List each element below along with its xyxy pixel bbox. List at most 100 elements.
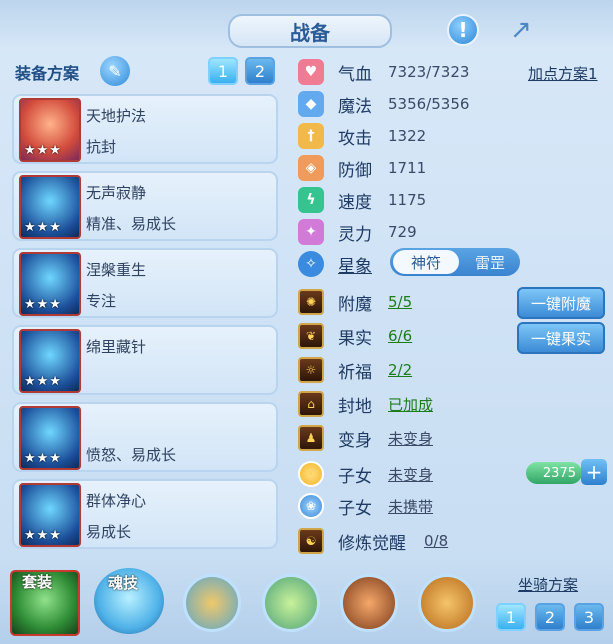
- enhance-label: 附魔: [338, 294, 372, 315]
- enhance-label: 子女: [338, 466, 372, 487]
- fief-icon: ⌂: [298, 391, 324, 417]
- paw-icon: ❀: [298, 493, 324, 519]
- meditation-icon: ☯: [298, 528, 324, 554]
- armor-icon: ★★★: [19, 329, 81, 393]
- armor-icon: ★★★: [19, 175, 81, 239]
- blessing-icon: ☼: [298, 357, 324, 383]
- mount-scheme-1-button[interactable]: 1: [496, 603, 526, 631]
- edit-icon[interactable]: ✎: [100, 56, 130, 86]
- stat-value: 729: [388, 223, 417, 241]
- soul-skill-label: 魂技: [108, 574, 139, 592]
- child-counter: 2375: [526, 462, 582, 484]
- one-click-fruit-button[interactable]: 一键果实: [517, 322, 605, 354]
- equipment-scheme-1-button[interactable]: 1: [208, 57, 238, 85]
- equipment-name: 绵里藏针: [86, 338, 147, 356]
- enhance-label: 变身: [338, 430, 372, 451]
- mount-slot-4[interactable]: [418, 574, 476, 632]
- mount-slot-1[interactable]: [183, 574, 241, 632]
- stars: ★★★: [24, 220, 62, 235]
- stat-row-defense: ◈ 防御 1711: [298, 154, 426, 182]
- page-title: 战备: [228, 14, 392, 48]
- stars: ★★★: [24, 297, 62, 312]
- battle-prep-panel: 战备 ! ↗ 装备方案 ✎ 1 2 ★★★ 天地护法 抗封 ★★★ 无声寂静 精…: [0, 0, 613, 644]
- stat-value: 1322: [388, 127, 427, 145]
- equipment-scheme-label: 装备方案: [15, 64, 80, 83]
- stat-value: 1711: [388, 159, 427, 177]
- toggle-option-leigang[interactable]: 雷罡: [462, 250, 518, 274]
- stat-row-attack: † 攻击 1322: [298, 122, 426, 150]
- shield-icon: ◈: [298, 155, 324, 181]
- stat-row-mp: ◆ 魔法 5356/5356: [298, 90, 469, 118]
- alert-icon[interactable]: !: [447, 14, 479, 46]
- enhance-label: 祈福: [338, 362, 372, 383]
- equipment-card-6[interactable]: ★★★ 群体净心 易成长: [12, 479, 278, 549]
- equipment-attributes: 专注: [86, 292, 117, 310]
- stat-label: 灵力: [338, 224, 372, 245]
- mount-scheme-2-button[interactable]: 2: [535, 603, 565, 631]
- enhance-row-cultivation[interactable]: ☯ 修炼觉醒 0/8: [298, 527, 448, 555]
- enhance-value: 未携带: [388, 497, 434, 516]
- enhance-label: 果实: [338, 328, 372, 349]
- enhance-row-transform[interactable]: ♟ 变身 未变身: [298, 424, 433, 452]
- stat-value: 1175: [388, 191, 427, 209]
- heart-icon: ♥: [298, 59, 324, 85]
- stat-label: 气血: [338, 64, 372, 85]
- equipment-card-4[interactable]: ★★★ 绵里藏针: [12, 325, 278, 395]
- enhance-row-blessing[interactable]: ☼ 祈福 2/2: [298, 356, 412, 384]
- enhance-row-enchant[interactable]: ✺ 附魔 5/5: [298, 288, 412, 316]
- enhance-value: 已加成: [388, 395, 434, 414]
- enhance-row-fruit[interactable]: ❦ 果实 6/6: [298, 322, 412, 350]
- equipment-attributes: 易成长: [86, 523, 132, 541]
- sword-icon: †: [298, 123, 324, 149]
- mount-slot-3[interactable]: [340, 574, 398, 632]
- stars: ★★★: [24, 374, 62, 389]
- enhance-value: 5/5: [388, 293, 413, 311]
- stars: ★★★: [24, 528, 62, 543]
- crown-icon: ★★★: [19, 252, 81, 316]
- spirit-icon: ✦: [298, 219, 324, 245]
- mount-plan-link[interactable]: 坐骑方案: [518, 574, 578, 595]
- equipment-card-5[interactable]: ★★★ 愤怒、易成长: [12, 402, 278, 472]
- equipment-name: 天地护法: [86, 107, 147, 125]
- share-icon[interactable]: ↗: [505, 14, 537, 46]
- stat-label: 速度: [338, 192, 372, 213]
- equipment-name: 无声寂静: [86, 184, 147, 202]
- toggle-option-shenfu[interactable]: 神符: [393, 250, 459, 274]
- attribute-plan-link[interactable]: 加点方案1: [528, 63, 598, 84]
- equipment-attributes: 抗封: [86, 138, 117, 156]
- fruit-icon: ❦: [298, 323, 324, 349]
- equipment-name: 涅槃重生: [86, 261, 147, 279]
- stat-row-hp: ♥ 气血 7323/7323: [298, 58, 469, 86]
- equipment-card-2[interactable]: ★★★ 无声寂静 精准、易成长: [12, 171, 278, 241]
- equipment-attributes: 愤怒、易成长: [86, 446, 177, 464]
- enhance-label: 修炼觉醒: [338, 533, 406, 554]
- equipment-name: 群体净心: [86, 492, 147, 510]
- mount-scheme-3-button[interactable]: 3: [574, 603, 604, 631]
- one-click-enchant-button[interactable]: 一键附魔: [517, 287, 605, 319]
- enhance-row-fief[interactable]: ⌂ 封地 已加成: [298, 390, 433, 418]
- transform-icon: ♟: [298, 425, 324, 451]
- speed-icon: ϟ: [298, 187, 324, 213]
- enhance-value: 未变身: [388, 429, 434, 448]
- stat-value: 5356/5356: [388, 95, 470, 113]
- equipment-attributes: 精准、易成长: [86, 215, 177, 233]
- mount-slot-2[interactable]: [262, 574, 320, 632]
- equipment-card-1[interactable]: ★★★ 天地护法 抗封: [12, 94, 278, 164]
- enhance-row-child-carry[interactable]: ❀ 子女 未携带: [298, 492, 433, 520]
- scroll-icon: ★★★: [19, 98, 81, 162]
- stat-row-speed: ϟ 速度 1175: [298, 186, 426, 214]
- armor-icon: ★★★: [19, 483, 81, 547]
- stat-label: 防御: [338, 160, 372, 181]
- enhance-row-child-transform[interactable]: ☀ 子女 未变身: [298, 460, 433, 488]
- stars: ★★★: [24, 143, 62, 158]
- stat-label: 攻击: [338, 128, 372, 149]
- helmet-icon: ★★★: [19, 406, 81, 470]
- star-label: 星象: [338, 256, 372, 277]
- mana-icon: ◆: [298, 91, 324, 117]
- star-icon: ✧: [298, 251, 324, 277]
- add-button[interactable]: +: [581, 459, 607, 485]
- equipment-card-3[interactable]: ★★★ 涅槃重生 专注: [12, 248, 278, 318]
- equipment-scheme-2-button[interactable]: 2: [245, 57, 275, 85]
- stars: ★★★: [24, 451, 62, 466]
- suit-label: 套装: [22, 573, 53, 591]
